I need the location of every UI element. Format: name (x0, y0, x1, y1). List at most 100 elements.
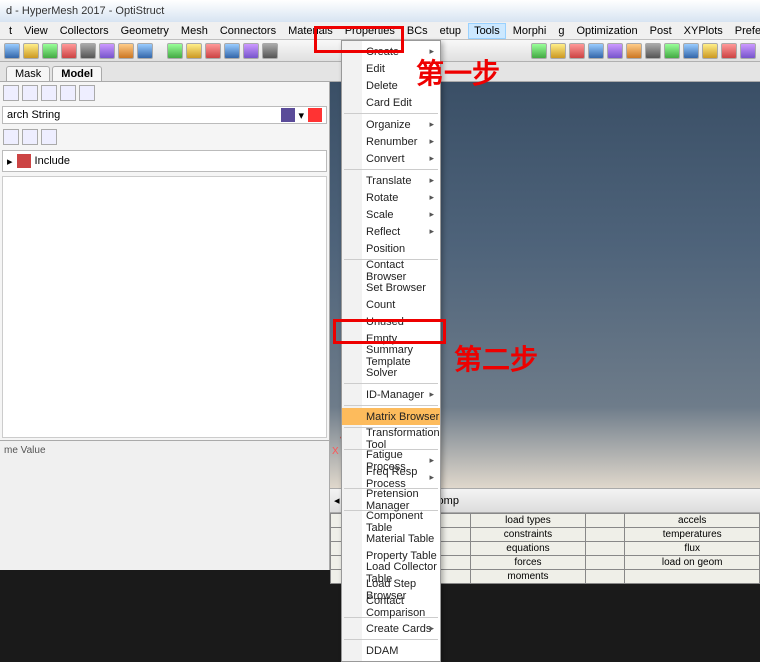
menu-geometry[interactable]: Geometry (116, 24, 174, 38)
menu-item-solver[interactable]: Solver (342, 364, 440, 381)
filter-icon[interactable] (3, 129, 19, 145)
menu-item-freq-resp-process[interactable]: Freq Resp Process (342, 469, 440, 486)
menu-item-scale[interactable]: Scale (342, 206, 440, 223)
toolbar-icon[interactable] (23, 43, 39, 59)
toolbar-icon[interactable] (186, 43, 202, 59)
toolbar-icon[interactable] (137, 43, 153, 59)
model-tree[interactable]: ▸ Include (2, 150, 327, 172)
menu-item-card-edit[interactable]: Card Edit (342, 94, 440, 111)
panel-cell[interactable]: constraints (470, 528, 585, 542)
dropdown-icon[interactable]: ▾ (298, 109, 304, 122)
panel-cell[interactable]: load on geom (625, 556, 760, 570)
mode-icon[interactable] (79, 85, 95, 101)
menu-g[interactable]: g (553, 24, 569, 38)
menu-tools[interactable]: Tools (468, 23, 506, 39)
menu-optimization[interactable]: Optimization (572, 24, 643, 38)
toolbar-icon[interactable] (205, 43, 221, 59)
menu-item-material-table[interactable]: Material Table (342, 530, 440, 547)
filter-icon[interactable] (22, 129, 38, 145)
menu-materials[interactable]: Materials (283, 24, 338, 38)
menu-collectors[interactable]: Collectors (55, 24, 114, 38)
toolbar-icon[interactable] (61, 43, 77, 59)
menu-item-contact-comparison[interactable]: Contact Comparison (342, 598, 440, 615)
include-icon (17, 154, 31, 168)
record-icon[interactable] (308, 108, 322, 122)
panel-cell[interactable]: load types (470, 514, 585, 528)
cube-icon[interactable] (281, 108, 295, 122)
menu-item-summary-template[interactable]: Summary Template (342, 347, 440, 364)
property-panel: me Value (0, 440, 329, 570)
toolbar-icon[interactable] (702, 43, 718, 59)
mode-icon[interactable] (3, 85, 19, 101)
menu-properties[interactable]: Properties (340, 24, 400, 38)
menu-bar[interactable]: tViewCollectorsGeometryMeshConnectorsMat… (0, 22, 760, 40)
menu-item-position[interactable]: Position (342, 240, 440, 257)
menu-item-organize[interactable]: Organize (342, 116, 440, 133)
menu-item-translate[interactable]: Translate (342, 172, 440, 189)
toolbar-icon[interactable] (4, 43, 20, 59)
menu-item-transformation-tool[interactable]: Transformation Tool (342, 430, 440, 447)
toolbar-icon[interactable] (683, 43, 699, 59)
toolbar-icon[interactable] (664, 43, 680, 59)
menu-mesh[interactable]: Mesh (176, 24, 213, 38)
menu-item-set-browser[interactable]: Set Browser (342, 279, 440, 296)
toolbar-icon[interactable] (588, 43, 604, 59)
menu-item-ddam[interactable]: DDAM (342, 642, 440, 659)
menu-item-rotate[interactable]: Rotate (342, 189, 440, 206)
toolbar-icon[interactable] (721, 43, 737, 59)
toolbar-icon[interactable] (99, 43, 115, 59)
menu-item-contact-browser[interactable]: Contact Browser (342, 262, 440, 279)
menu-item-count[interactable]: Count (342, 296, 440, 313)
toolbar-icon[interactable] (531, 43, 547, 59)
mode-icon[interactable] (41, 85, 57, 101)
menu-bcs[interactable]: BCs (402, 24, 433, 38)
toolbar-icon[interactable] (740, 43, 756, 59)
toolbar-icon[interactable] (167, 43, 183, 59)
menu-item-convert[interactable]: Convert (342, 150, 440, 167)
tab-model[interactable]: Model (52, 66, 102, 81)
menu-connectors[interactable]: Connectors (215, 24, 281, 38)
toolbar-icon[interactable] (569, 43, 585, 59)
toolbar-icon[interactable] (243, 43, 259, 59)
menu-item-pretension-manager[interactable]: Pretension Manager (342, 491, 440, 508)
toolbar-icon[interactable] (118, 43, 134, 59)
menu-item-component-table[interactable]: Component Table (342, 513, 440, 530)
menu-preferences[interactable]: Preferences (730, 24, 760, 38)
menu-etup[interactable]: etup (435, 24, 466, 38)
menu-morphi[interactable]: Morphi (508, 24, 552, 38)
toolbar-icon[interactable] (42, 43, 58, 59)
toolbar-icon[interactable] (262, 43, 278, 59)
panel-cell[interactable]: temperatures (625, 528, 760, 542)
menu-item-load-step-browser[interactable]: Load Step Browser (342, 581, 440, 598)
tools-menu[interactable]: CreateEditDeleteCard EditOrganizeRenumbe… (341, 40, 441, 662)
tree-toggle-icon[interactable]: ▸ (7, 155, 13, 168)
toolbar-icon[interactable] (550, 43, 566, 59)
panel-cell[interactable]: equations (470, 542, 585, 556)
mode-icon[interactable] (22, 85, 38, 101)
menu-xyplots[interactable]: XYPlots (679, 24, 728, 38)
panel-cell[interactable]: accels (625, 514, 760, 528)
menu-view[interactable]: View (19, 24, 53, 38)
mode-icon[interactable] (60, 85, 76, 101)
menu-item-create-cards[interactable]: Create Cards (342, 620, 440, 637)
panel-cell[interactable]: moments (470, 570, 585, 584)
panel-cell[interactable]: forces (470, 556, 585, 570)
menu-t[interactable]: t (4, 24, 17, 38)
filter-icon[interactable] (41, 129, 57, 145)
tab-mask[interactable]: Mask (6, 66, 50, 81)
menu-item-reflect[interactable]: Reflect (342, 223, 440, 240)
menu-item-renumber[interactable]: Renumber (342, 133, 440, 150)
tree-item-include[interactable]: Include (35, 155, 70, 167)
toolbar-icon[interactable] (645, 43, 661, 59)
panel-cell (586, 542, 625, 556)
toolbar-icon[interactable] (626, 43, 642, 59)
menu-item-id-manager[interactable]: ID-Manager (342, 386, 440, 403)
menu-post[interactable]: Post (645, 24, 677, 38)
panel-cell[interactable]: flux (625, 542, 760, 556)
menu-item-unused[interactable]: Unused (342, 313, 440, 330)
toolbar-icon[interactable] (224, 43, 240, 59)
toolbar-icon[interactable] (80, 43, 96, 59)
menu-item-matrix-browser[interactable]: Matrix Browser (342, 408, 440, 425)
toolbar-icon[interactable] (607, 43, 623, 59)
menu-item-load-collector-table[interactable]: Load Collector Table (342, 564, 440, 581)
